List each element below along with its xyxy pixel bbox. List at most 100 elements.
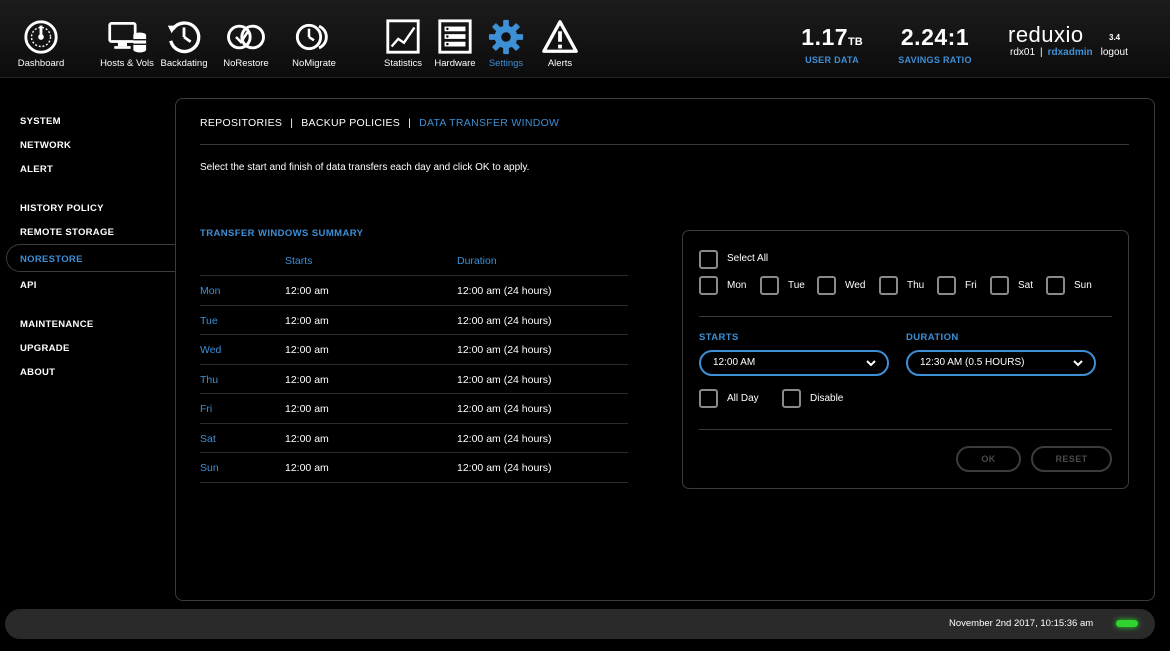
row-day: Fri (200, 403, 213, 415)
sidebar-item-alert[interactable]: ALERT (20, 164, 53, 175)
starts-select-value: 12:00 AM (713, 357, 756, 368)
row-duration: 12:00 am (24 hours) (457, 403, 552, 415)
nav-backdating-label: Backdating (160, 58, 208, 69)
nomigrate-icon (295, 23, 328, 51)
tabs-divider (200, 144, 1129, 145)
norestore-icon (227, 24, 265, 50)
day-label-fri: Fri (965, 280, 977, 291)
duration-select[interactable]: 12:30 AM (0.5 HOURS) (906, 350, 1096, 376)
starts-select[interactable]: 12:00 AM (699, 350, 889, 376)
table-row: Mon 12:00 am 12:00 am (24 hours) (200, 275, 628, 305)
savings-ratio-caption: SAVINGS RATIO (898, 55, 972, 65)
dashboard-gauge-icon (24, 20, 58, 54)
day-checkbox-sun[interactable] (1046, 276, 1065, 295)
nav-alerts[interactable]: Alerts (525, 18, 595, 69)
row-starts: 12:00 am (285, 314, 329, 327)
brand-logo: reduxio (1008, 22, 1084, 47)
savings-ratio-value: 2.24:1 (900, 24, 970, 50)
user-separator: | (1040, 47, 1043, 58)
row-day: Thu (200, 373, 219, 386)
row-duration: 12:00 am (24 hours) (457, 344, 552, 356)
duration-label: DURATION (906, 332, 959, 343)
user-data-value: 1.17 (801, 24, 849, 50)
row-starts: 12:00 am (285, 432, 329, 445)
table-row: Fri 12:00 am 12:00 am (24 hours) (200, 393, 628, 423)
panel-connector (176, 244, 182, 272)
day-checkbox-tue[interactable] (760, 276, 779, 295)
footer-datetime: November 2nd 2017, 10:15:36 am (949, 618, 1094, 629)
reset-button[interactable]: RESET (1031, 446, 1112, 472)
table-row: Sun 12:00 am 12:00 am (24 hours) (200, 452, 628, 482)
status-led-indicator (1116, 620, 1138, 627)
user-data-unit: TB (848, 36, 863, 48)
all-day-checkbox[interactable] (699, 389, 718, 408)
duration-select-value: 12:30 AM (0.5 HOURS) (920, 357, 1025, 368)
table-bottom-border (200, 482, 628, 483)
row-day: Sun (200, 462, 219, 474)
tab-data-transfer-window[interactable]: DATA TRANSFER WINDOW (419, 117, 559, 129)
row-starts: 12:00 am (285, 462, 329, 474)
day-checkbox-sat[interactable] (990, 276, 1009, 295)
nav-dashboard[interactable]: Dashboard (6, 18, 76, 69)
hosts-volumes-icon (108, 22, 147, 53)
starts-label: STARTS (699, 332, 739, 343)
day-checkbox-thu[interactable] (879, 276, 898, 295)
sidebar-item-system[interactable]: SYSTEM (20, 116, 61, 127)
sidebar-item-maintenance[interactable]: MAINTENANCE (20, 319, 94, 330)
day-label-sun: Sun (1074, 280, 1092, 291)
status-footer: November 2nd 2017, 10:15:36 am (5, 609, 1155, 639)
row-duration: 12:00 am (24 hours) (457, 285, 552, 297)
top-navigation-bar: Dashboard Hosts & Vols Backdating NoRest… (0, 0, 1170, 78)
table-row: Thu 12:00 am 12:00 am (24 hours) (200, 363, 628, 394)
row-starts: 12:00 am (285, 344, 329, 356)
username-link[interactable]: rdxadmin (1048, 47, 1093, 58)
ok-button[interactable]: OK (956, 446, 1021, 472)
user-data-stat: 1.17TB USER DATA (800, 24, 864, 65)
tab-backup-policies[interactable]: BACKUP POLICIES (301, 117, 400, 129)
day-checkbox-mon[interactable] (699, 276, 718, 295)
statistics-chart-icon (386, 19, 420, 54)
nav-nomigrate-label: NoMigrate (292, 58, 336, 69)
row-starts: 12:00 am (285, 373, 329, 386)
sidebar-item-history-policy[interactable]: HISTORY POLICY (20, 203, 104, 214)
row-day: Wed (200, 344, 222, 356)
row-duration: 12:00 am (24 hours) (457, 314, 552, 327)
editor-divider (699, 316, 1112, 317)
sidebar-item-norestore[interactable]: NORESTORE (20, 254, 83, 265)
sidebar-item-network[interactable]: NETWORK (20, 140, 71, 151)
nav-norestore[interactable]: NoRestore (211, 18, 281, 69)
day-checkbox-wed[interactable] (817, 276, 836, 295)
table-row: Sat 12:00 am 12:00 am (24 hours) (200, 422, 628, 453)
row-duration: 12:00 am (24 hours) (457, 462, 552, 474)
tab-separator: | (290, 117, 294, 129)
table-row: Tue 12:00 am 12:00 am (24 hours) (200, 304, 628, 335)
chevron-down-icon (1073, 360, 1083, 367)
disable-label: Disable (810, 393, 844, 404)
day-label-mon: Mon (727, 280, 747, 291)
day-label-tue: Tue (788, 280, 805, 291)
settings-tabs: REPOSITORIES | BACKUP POLICIES | DATA TRANSF… (200, 117, 559, 129)
nav-nomigrate[interactable]: NoMigrate (279, 18, 349, 69)
version-label: 3.4 (1109, 33, 1121, 42)
chevron-down-icon (866, 360, 876, 367)
user-data-caption: USER DATA (805, 55, 859, 65)
sidebar-item-remote-storage[interactable]: REMOTE STORAGE (20, 227, 114, 238)
disable-checkbox[interactable] (782, 389, 801, 408)
day-label-wed: Wed (845, 280, 866, 291)
all-day-label: All Day (727, 393, 759, 404)
tab-repositories[interactable]: REPOSITORIES (200, 117, 282, 129)
day-checkbox-fri[interactable] (937, 276, 956, 295)
nav-backdating[interactable]: Backdating (149, 18, 219, 69)
sidebar-item-upgrade[interactable]: UPGRADE (20, 343, 70, 354)
instructions-text: Select the start and finish of data tran… (200, 162, 530, 173)
logout-link[interactable]: logout (1101, 47, 1128, 58)
row-day: Mon (200, 285, 221, 297)
sidebar-item-about[interactable]: ABOUT (20, 367, 55, 378)
sidebar-item-api[interactable]: API (20, 280, 37, 291)
backdating-clock-icon (167, 21, 201, 54)
select-all-checkbox[interactable] (699, 250, 718, 269)
row-day: Sat (200, 432, 216, 445)
column-header-duration: Duration (457, 255, 497, 267)
nav-alerts-label: Alerts (547, 58, 573, 69)
savings-ratio-stat: 2.24:1 SAVINGS RATIO (893, 24, 977, 65)
